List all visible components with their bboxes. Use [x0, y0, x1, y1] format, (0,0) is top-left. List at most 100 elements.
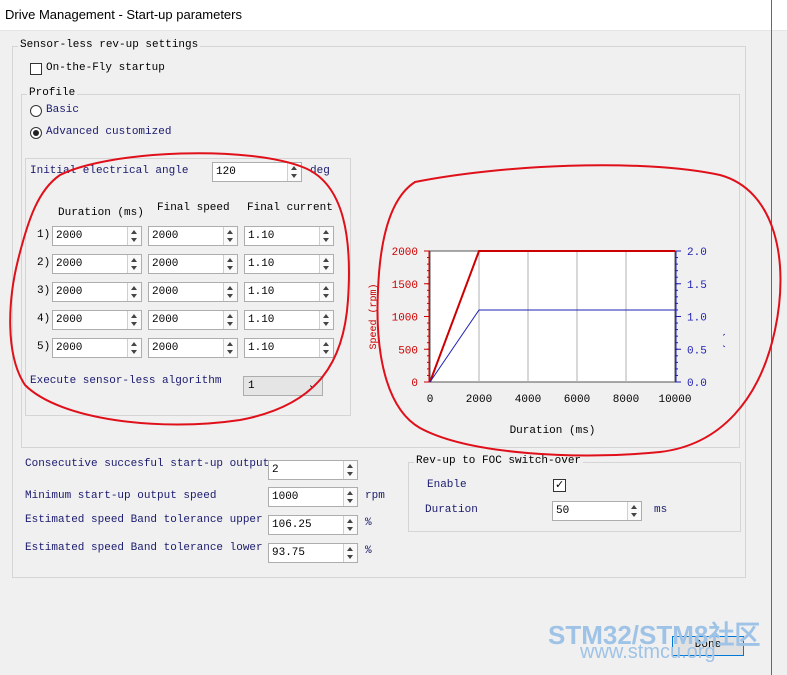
- initial-angle-input[interactable]: 120: [212, 162, 302, 182]
- spin-arrows[interactable]: [127, 339, 141, 357]
- row-1-current-input[interactable]: 1.10: [244, 226, 334, 246]
- x-tick-label: 10000: [658, 394, 691, 406]
- foc-enable-checkbox[interactable]: ✓: [553, 478, 566, 492]
- min-speed-input[interactable]: 1000: [268, 487, 358, 507]
- row-index: 4): [37, 313, 51, 325]
- x-axis-label: Duration (ms): [510, 425, 596, 437]
- tol-lower-unit: %: [365, 545, 372, 557]
- spin-arrows[interactable]: [319, 311, 333, 329]
- foc-duration-label: Duration: [425, 504, 478, 516]
- row-4-duration-input[interactable]: 2000: [52, 310, 142, 330]
- on-the-fly-checkbox[interactable]: [30, 63, 42, 75]
- row-2-duration-input[interactable]: 2000: [52, 254, 142, 274]
- foc-legend: Rev-up to FOC switch-over: [414, 455, 584, 467]
- tol-lower-input[interactable]: 93.75: [268, 543, 358, 563]
- spin-arrows[interactable]: [127, 311, 141, 329]
- window-title: Drive Management - Start-up parameters: [5, 7, 242, 22]
- foc-duration-input[interactable]: 50: [552, 501, 642, 521]
- y-left-tick-label: 1500: [392, 280, 418, 292]
- header-duration: Duration (ms): [58, 207, 144, 219]
- spin-arrows[interactable]: [343, 488, 357, 506]
- x-tick-label: 2000: [466, 394, 492, 406]
- on-the-fly-label: On-the-Fly startup: [46, 62, 165, 74]
- spin-arrows[interactable]: [343, 461, 357, 479]
- x-tick-label: 4000: [515, 394, 541, 406]
- y-right-axis-label: Current (A): [721, 283, 725, 349]
- spin-arrows[interactable]: [319, 227, 333, 245]
- y-right-tick-label: 1.0: [687, 313, 707, 325]
- row-4-speed-input[interactable]: 2000: [148, 310, 238, 330]
- window-border: [771, 0, 772, 675]
- spin-arrows[interactable]: [223, 311, 237, 329]
- basic-radio[interactable]: [30, 105, 42, 117]
- advanced-radio[interactable]: [30, 127, 42, 139]
- startup-chart: 0 2000 4000 6000 8000 10000 0 500 1000 1500 2000 0.…: [368, 247, 725, 437]
- advanced-label: Advanced customized: [46, 126, 172, 138]
- row-index: 1): [37, 229, 51, 241]
- profile-legend: Profile: [27, 87, 78, 99]
- checkmark-icon: ✓: [555, 478, 565, 491]
- consecutive-input[interactable]: 2: [268, 460, 358, 480]
- plot-area: [429, 250, 676, 383]
- spin-arrows[interactable]: [223, 339, 237, 357]
- tol-upper-label: Estimated speed Band tolerance upper: [25, 514, 263, 526]
- initial-angle-label: Initial electrical angle: [30, 165, 189, 177]
- spin-arrows[interactable]: [319, 255, 333, 273]
- tol-lower-label: Estimated speed Band tolerance lower: [25, 542, 263, 554]
- tol-upper-input[interactable]: 106.25: [268, 515, 358, 535]
- spin-arrows[interactable]: [223, 255, 237, 273]
- initial-angle-unit: deg: [310, 165, 330, 177]
- y-left-axis-label: Speed (rpm): [368, 283, 380, 349]
- spin-arrows[interactable]: [223, 227, 237, 245]
- row-index: 2): [37, 257, 51, 269]
- tol-upper-unit: %: [365, 517, 372, 529]
- spin-arrows[interactable]: [319, 339, 333, 357]
- execute-select[interactable]: 1 ⌄: [243, 376, 323, 396]
- x-tick-label: 0: [427, 394, 434, 406]
- row-5-duration-input[interactable]: 2000: [52, 338, 142, 358]
- row-3-current-input[interactable]: 1.10: [244, 282, 334, 302]
- row-4-current-input[interactable]: 1.10: [244, 310, 334, 330]
- consecutive-label: Consecutive succesful start-up output: [25, 458, 270, 470]
- sensorless-legend: Sensor-less rev-up settings: [18, 39, 201, 51]
- spin-arrows[interactable]: [319, 283, 333, 301]
- row-3-duration-input[interactable]: 2000: [52, 282, 142, 302]
- row-1-speed-input[interactable]: 2000: [148, 226, 238, 246]
- min-speed-label: Minimum start-up output speed: [25, 490, 217, 502]
- execute-label: Execute sensor-less algorithm: [30, 375, 222, 387]
- y-left-tick-label: 500: [398, 345, 418, 357]
- x-tick-label: 6000: [564, 394, 590, 406]
- y-left-tick-label: 0: [411, 378, 418, 390]
- row-index: 5): [37, 341, 51, 353]
- y-left-tick-label: 1000: [392, 313, 418, 325]
- row-2-current-input[interactable]: 1.10: [244, 254, 334, 274]
- foc-duration-unit: ms: [654, 504, 668, 516]
- chevron-down-icon: ⌄: [307, 378, 317, 391]
- y-right-tick-label: 0.0: [687, 378, 707, 390]
- header-speed: Final speed: [157, 202, 230, 214]
- y-right-tick-label: 2.0: [687, 247, 707, 259]
- spin-arrows[interactable]: [127, 255, 141, 273]
- spin-arrows[interactable]: [127, 227, 141, 245]
- spin-arrows[interactable]: [627, 502, 641, 520]
- row-5-current-input[interactable]: 1.10: [244, 338, 334, 358]
- spin-arrows[interactable]: [287, 163, 301, 181]
- row-1-duration-input[interactable]: 2000: [52, 226, 142, 246]
- title-bar: Drive Management - Start-up parameters: [0, 0, 787, 31]
- spin-arrows[interactable]: [223, 283, 237, 301]
- y-right-tick-label: 1.5: [687, 280, 707, 292]
- row-3-speed-input[interactable]: 2000: [148, 282, 238, 302]
- spin-arrows[interactable]: [343, 544, 357, 562]
- radio-selected-dot: [33, 130, 39, 136]
- foc-group: Rev-up to FOC switch-over: [408, 455, 741, 532]
- y-right-tick-label: 0.5: [687, 345, 707, 357]
- min-speed-unit: rpm: [365, 490, 385, 502]
- spin-arrows[interactable]: [343, 516, 357, 534]
- row-2-speed-input[interactable]: 2000: [148, 254, 238, 274]
- spin-arrows[interactable]: [127, 283, 141, 301]
- row-index: 3): [37, 285, 51, 297]
- foc-enable-label: Enable: [427, 479, 467, 491]
- basic-label: Basic: [46, 104, 80, 116]
- header-current: Final current: [247, 202, 333, 214]
- row-5-speed-input[interactable]: 2000: [148, 338, 238, 358]
